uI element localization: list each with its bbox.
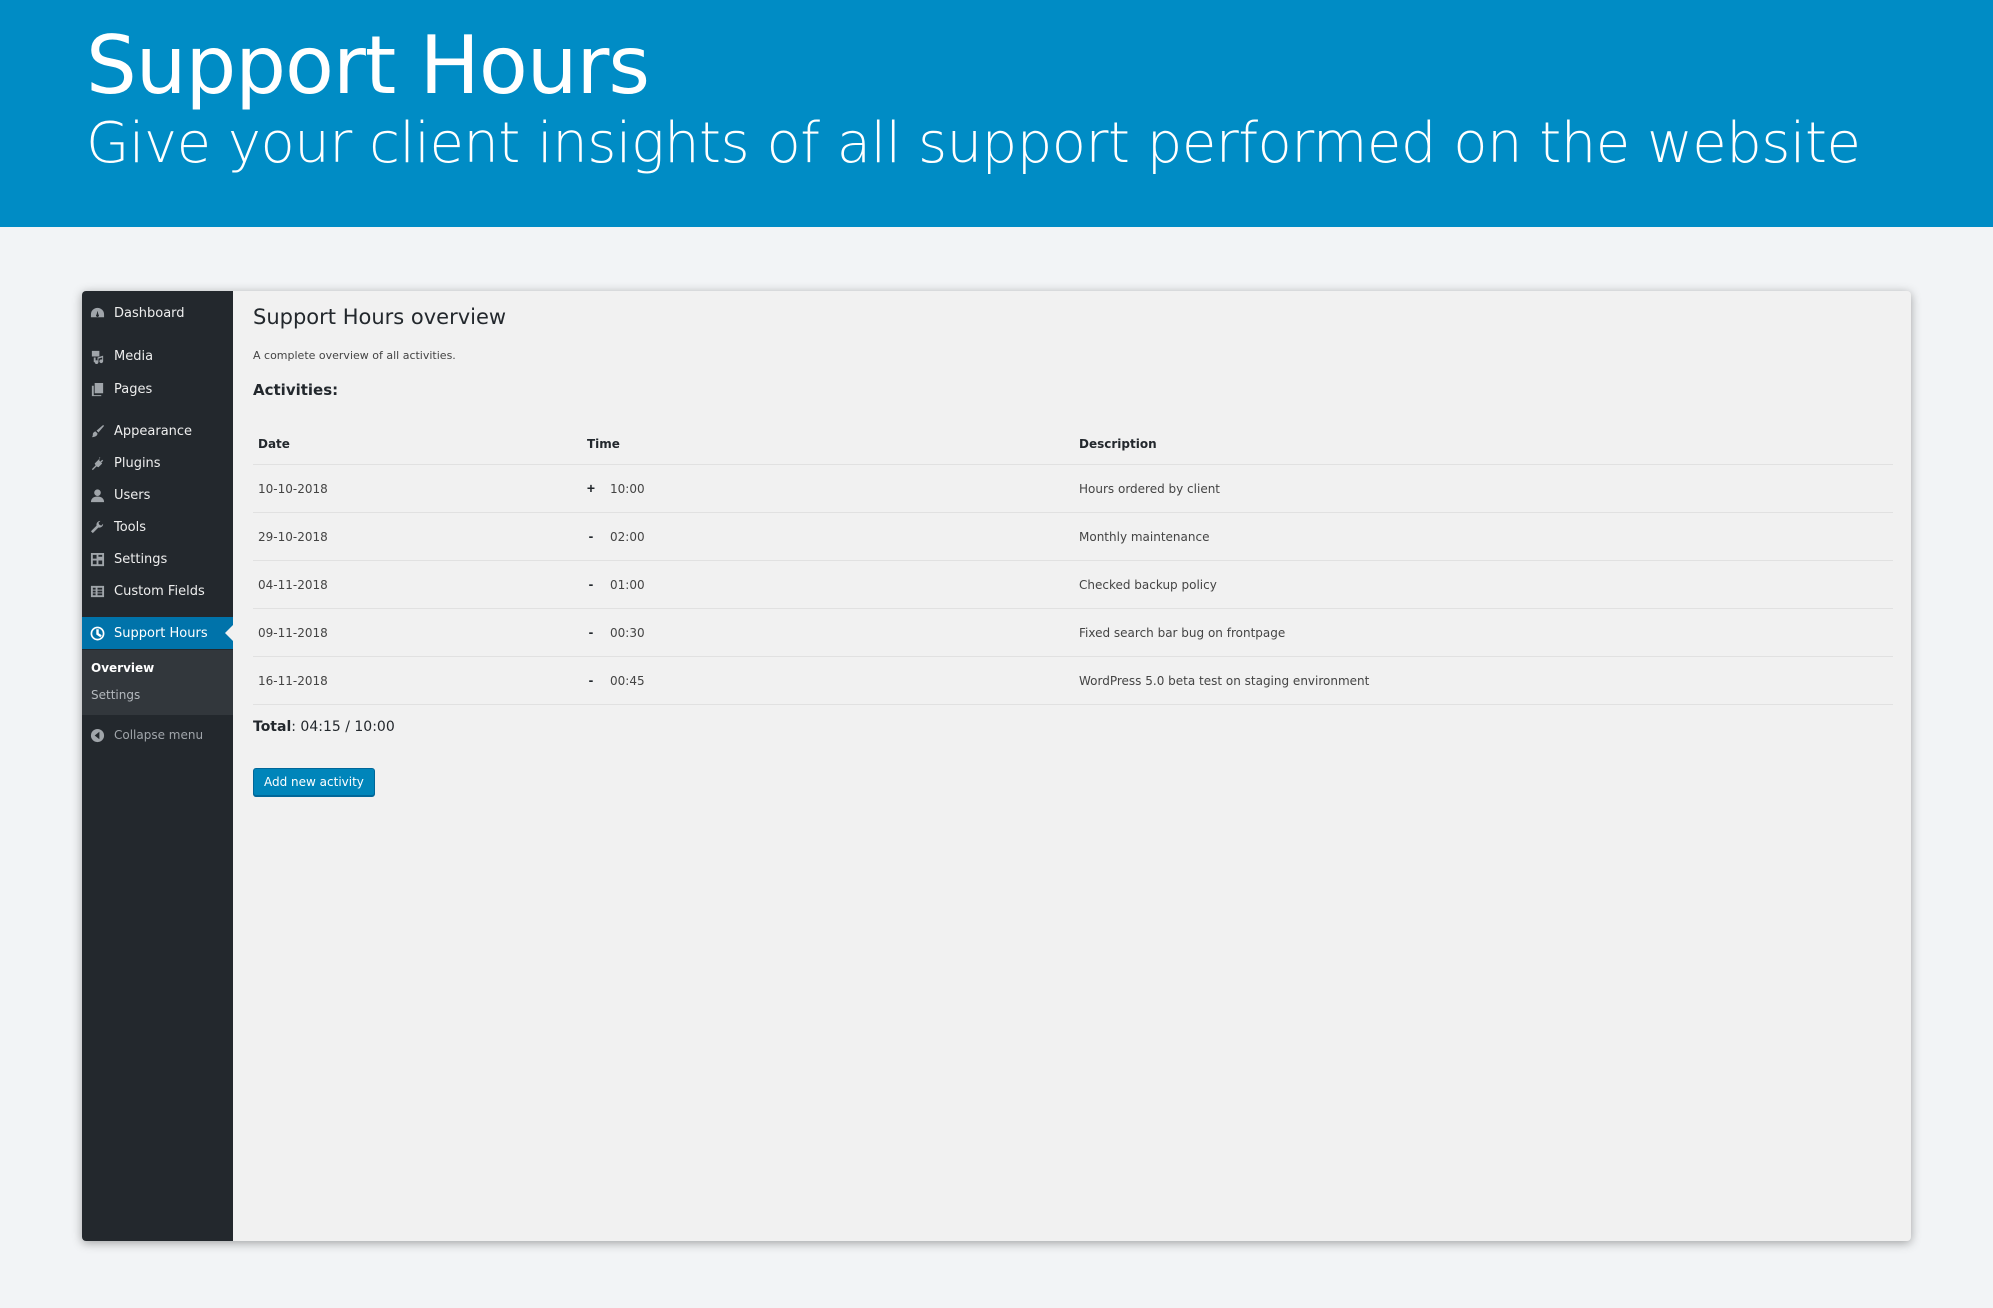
tools-icon (89, 519, 105, 535)
sidebar-item-label: Media (114, 348, 154, 364)
sidebar-item-label: Tools (114, 519, 147, 535)
row-sign: + (586, 480, 596, 496)
sidebar-item-label: Users (114, 487, 151, 503)
appearance-icon (89, 423, 105, 439)
sidebar-item-label: Settings (114, 551, 168, 567)
page-description: A complete overview of all activities. (253, 349, 456, 362)
total-value: : 04:15 / 10:00 (291, 719, 395, 735)
row-sign: - (588, 528, 594, 544)
row-description: Checked backup policy (1079, 578, 1217, 592)
admin-window: Dashboard Media Pages Appearance Plugins (82, 291, 1911, 1241)
row-date: 04-11-2018 (258, 578, 328, 592)
row-description: WordPress 5.0 beta test on staging envir… (1079, 674, 1370, 688)
sidebar-item-pages[interactable]: Pages (82, 373, 233, 405)
sidebar-item-plugins[interactable]: Plugins (82, 447, 233, 479)
admin-sidebar: Dashboard Media Pages Appearance Plugins (82, 291, 233, 1241)
table-row: 09-11-2018 - 00:30 Fixed search bar bug … (253, 609, 1893, 657)
row-date: 10-10-2018 (258, 482, 328, 496)
row-time: 10:00 (610, 482, 645, 496)
row-time: 00:45 (610, 674, 645, 688)
sidebar-item-users[interactable]: Users (82, 479, 233, 511)
column-header-time: Time (587, 437, 620, 451)
total-summary: Total: 04:15 / 10:00 (253, 719, 395, 735)
table-row: 10-10-2018 + 10:00 Hours ordered by clie… (253, 465, 1893, 513)
sidebar-item-label: Pages (114, 381, 153, 397)
column-header-description: Description (1079, 437, 1157, 451)
row-date: 29-10-2018 (258, 530, 328, 544)
collapse-menu-label: Collapse menu (114, 728, 204, 742)
activities-heading: Activities: (253, 381, 339, 399)
clock-icon (89, 625, 105, 641)
custom-fields-icon (89, 583, 105, 599)
page-title: Support Hours overview (253, 305, 507, 329)
row-date: 16-11-2018 (258, 674, 328, 688)
main-content: Support Hours overview A complete overvi… (233, 291, 1911, 1241)
banner-title: Support Hours (86, 19, 650, 112)
row-description: Fixed search bar bug on frontpage (1079, 626, 1286, 640)
column-header-date: Date (258, 437, 290, 451)
table-header: Date Time Description (253, 421, 1893, 465)
activities-table: Date Time Description 10-10-2018 + 10:00… (253, 421, 1893, 705)
support-hours-submenu: Overview Settings (82, 650, 233, 715)
submenu-item-overview[interactable]: Overview (91, 661, 154, 675)
active-indicator-arrow (225, 625, 233, 641)
row-time: 02:00 (610, 530, 645, 544)
sidebar-item-custom-fields[interactable]: Custom Fields (82, 575, 233, 607)
sidebar-item-tools[interactable]: Tools (82, 511, 233, 543)
pages-icon (89, 381, 105, 397)
table-row: 04-11-2018 - 01:00 Checked backup policy (253, 561, 1893, 609)
dashboard-icon (89, 305, 105, 321)
row-description: Monthly maintenance (1079, 530, 1210, 544)
sidebar-item-settings[interactable]: Settings (82, 543, 233, 575)
sidebar-item-dashboard[interactable]: Dashboard (82, 297, 233, 329)
sidebar-item-label: Appearance (114, 423, 193, 439)
table-row: 16-11-2018 - 00:45 WordPress 5.0 beta te… (253, 657, 1893, 705)
row-sign: - (588, 672, 594, 688)
plugins-icon (89, 455, 105, 471)
submenu-item-settings[interactable]: Settings (91, 688, 140, 702)
media-icon (89, 348, 105, 364)
row-date: 09-11-2018 (258, 626, 328, 640)
sidebar-item-appearance[interactable]: Appearance (82, 415, 233, 447)
sidebar-item-support-hours[interactable]: Support Hours (82, 617, 233, 649)
add-new-activity-button[interactable]: Add new activity (253, 768, 375, 796)
row-sign: - (588, 624, 594, 640)
total-label: Total (253, 719, 292, 735)
table-row: 29-10-2018 - 02:00 Monthly maintenance (253, 513, 1893, 561)
sidebar-item-label: Plugins (114, 455, 161, 471)
row-sign: - (588, 576, 594, 592)
sidebar-item-label: Dashboard (114, 305, 185, 321)
collapse-icon (89, 727, 105, 743)
sidebar-item-label: Custom Fields (114, 583, 205, 599)
banner-subtitle: Give your client insights of all support… (86, 111, 1861, 176)
sidebar-item-media[interactable]: Media (82, 340, 233, 372)
row-time: 00:30 (610, 626, 645, 640)
users-icon (89, 487, 105, 503)
collapse-menu-button[interactable]: Collapse menu (82, 719, 233, 751)
sidebar-item-label: Support Hours (114, 625, 208, 641)
header-banner: Support Hours Give your client insights … (0, 0, 1993, 227)
settings-icon (89, 551, 105, 567)
row-time: 01:00 (610, 578, 645, 592)
row-description: Hours ordered by client (1079, 482, 1221, 496)
